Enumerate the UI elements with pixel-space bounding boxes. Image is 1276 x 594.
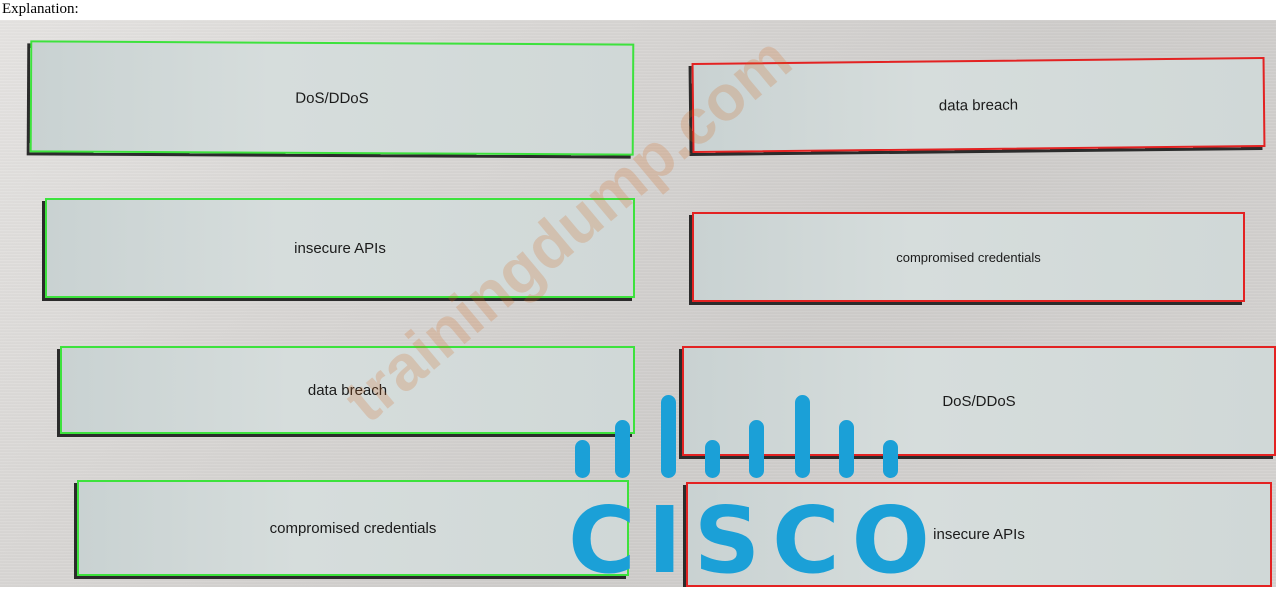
left-item-compromised-credentials[interactable]: compromised credentials	[77, 480, 629, 576]
left-item-label: compromised credentials	[269, 519, 437, 537]
explanation-heading: Explanation:	[2, 1, 79, 17]
cisco-logo: CISCO	[565, 395, 945, 587]
left-item-label: insecure APIs	[294, 239, 386, 257]
right-item-label: compromised credentials	[896, 249, 1041, 265]
right-item-label: insecure APIs	[933, 526, 1025, 543]
right-item-label: DoS/DDoS	[942, 392, 1016, 410]
left-item-dos-ddos[interactable]: DoS/DDoS	[29, 40, 635, 156]
left-item-label: DoS/DDoS	[295, 89, 369, 107]
right-item-compromised-credentials[interactable]: compromised credentials	[692, 212, 1245, 302]
cisco-logo-text: CISCO	[568, 487, 942, 594]
right-item-label: data breach	[938, 96, 1019, 114]
